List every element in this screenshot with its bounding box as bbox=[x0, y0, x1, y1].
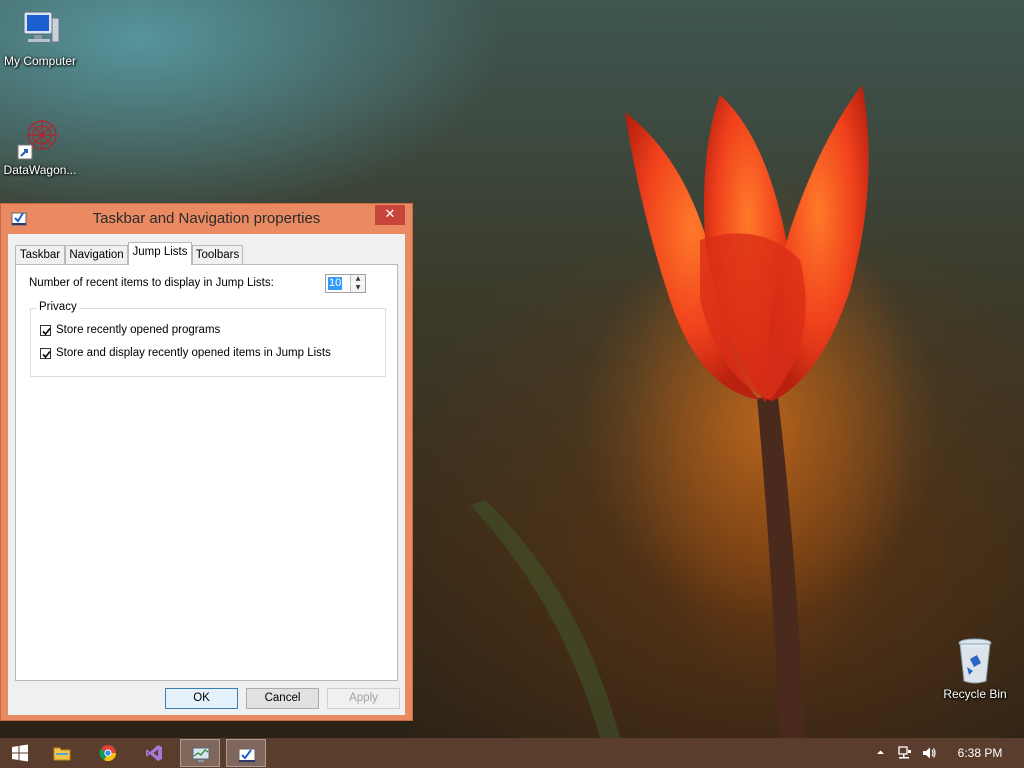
ok-button[interactable]: OK bbox=[165, 688, 238, 709]
desktop-icon-label: DataWagon... bbox=[3, 163, 77, 177]
computer-icon bbox=[18, 8, 62, 52]
desktop-icon-recycle-bin[interactable]: Recycle Bin bbox=[935, 637, 1015, 701]
tab-navigation[interactable]: Navigation bbox=[65, 245, 128, 264]
cancel-button[interactable]: Cancel bbox=[246, 688, 319, 709]
dialog-title: Taskbar and Navigation properties bbox=[92, 210, 321, 227]
taskbar-navigation-properties-dialog: Taskbar and Navigation properties ✕ Task… bbox=[0, 203, 413, 721]
store-programs-label: Store recently opened programs bbox=[56, 324, 221, 336]
taskbar-system-monitor[interactable] bbox=[180, 739, 220, 767]
tab-toolbars[interactable]: Toolbars bbox=[192, 245, 243, 264]
start-button[interactable] bbox=[0, 738, 40, 768]
show-hidden-icons-arrow[interactable] bbox=[876, 747, 885, 760]
taskbar-file-explorer[interactable] bbox=[42, 738, 82, 768]
tab-jump-lists[interactable]: Jump Lists bbox=[128, 242, 192, 265]
taskbar-visual-studio[interactable] bbox=[134, 738, 174, 768]
system-monitor-icon bbox=[192, 747, 210, 762]
volume-icon[interactable] bbox=[921, 745, 937, 764]
tab-taskbar[interactable]: Taskbar bbox=[15, 245, 65, 264]
desktop: My Computer DataWagon... Recycle Bin Tas… bbox=[0, 0, 1024, 738]
store-programs-checkbox[interactable] bbox=[40, 325, 51, 336]
jump-lists-panel: Number of recent items to display in Jum… bbox=[15, 264, 398, 681]
checkmark-icon bbox=[42, 350, 51, 359]
taskbar-properties-dialog[interactable] bbox=[226, 739, 266, 767]
start-windows-icon bbox=[12, 744, 28, 762]
recycle-bin-icon bbox=[955, 637, 995, 685]
privacy-group-label: Privacy bbox=[37, 301, 79, 313]
privacy-group: Privacy Store recently opened programs S… bbox=[30, 301, 386, 377]
close-button[interactable]: ✕ bbox=[375, 205, 405, 225]
recent-items-stepper[interactable]: 10 ▲ ▼ bbox=[325, 274, 366, 293]
stepper-down-button[interactable]: ▼ bbox=[350, 284, 365, 292]
desktop-icon-label: My Computer bbox=[3, 54, 77, 68]
desktop-icon-my-computer[interactable]: My Computer bbox=[0, 8, 80, 68]
chrome-icon bbox=[99, 745, 117, 762]
taskbar: 6:38 PM bbox=[0, 738, 1024, 768]
desktop-icon-datawagon[interactable]: DataWagon... bbox=[0, 113, 80, 177]
clock[interactable]: 6:38 PM bbox=[950, 746, 1010, 760]
recent-items-value[interactable]: 10 bbox=[328, 277, 343, 290]
apply-button[interactable]: Apply bbox=[327, 688, 400, 709]
network-icon[interactable] bbox=[897, 745, 913, 764]
dialog-client-area: Taskbar Navigation Jump Lists Toolbars N… bbox=[8, 234, 405, 715]
dialog-titlebar[interactable]: Taskbar and Navigation properties ✕ bbox=[1, 204, 412, 234]
stepper-up-button[interactable]: ▲ bbox=[350, 275, 365, 283]
datawagon-shortcut-icon bbox=[16, 113, 64, 161]
store-items-checkbox[interactable] bbox=[40, 348, 51, 359]
store-items-label: Store and display recently opened items … bbox=[56, 347, 331, 359]
file-explorer-icon bbox=[53, 747, 71, 761]
desktop-icon-label: Recycle Bin bbox=[943, 687, 1007, 701]
visual-studio-icon bbox=[146, 745, 162, 761]
checkmark-icon bbox=[42, 327, 51, 336]
taskbar-chrome[interactable] bbox=[88, 738, 128, 768]
recent-items-label: Number of recent items to display in Jum… bbox=[29, 277, 274, 289]
taskbar-properties-icon bbox=[238, 748, 256, 763]
